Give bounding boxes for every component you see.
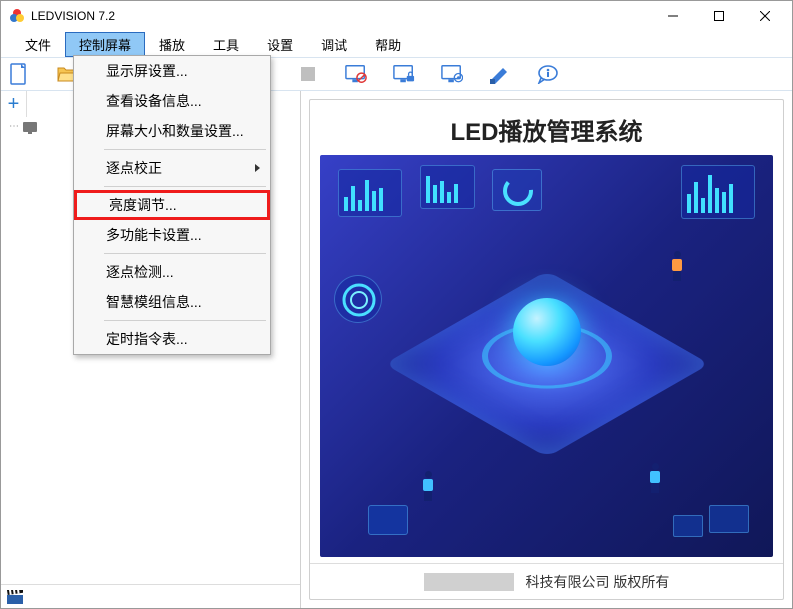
minimize-button[interactable]: [650, 1, 696, 31]
content-area: LED播放管理系统: [301, 91, 792, 608]
app-title: LEDVISION 7.2: [31, 9, 650, 23]
footer-text: 科技有限公司 版权所有: [526, 572, 670, 592]
dropdown-item[interactable]: 显示屏设置...: [74, 56, 270, 86]
titlebar: LEDVISION 7.2: [1, 1, 792, 31]
info-icon[interactable]: [537, 63, 559, 85]
menu-5[interactable]: 调试: [307, 32, 361, 57]
monitor-icon: [23, 122, 37, 132]
menu-3[interactable]: 工具: [199, 32, 253, 57]
app-logo-icon: [9, 8, 25, 24]
screen-off-icon[interactable]: [345, 63, 367, 85]
dropdown-item[interactable]: 多功能卡设置...: [74, 220, 270, 250]
dropdown-separator: [104, 149, 266, 150]
menubar: 文件控制屏幕播放工具设置调试帮助: [1, 31, 792, 57]
dropdown-item[interactable]: 逐点检测...: [74, 257, 270, 287]
clapperboard-icon[interactable]: [7, 590, 23, 604]
screen-lock-icon[interactable]: [393, 63, 415, 85]
sidebar-footer: [1, 584, 300, 608]
dropdown-item[interactable]: 屏幕大小和数量设置...: [74, 116, 270, 146]
panel-footer: 科技有限公司 版权所有: [310, 563, 783, 599]
close-button[interactable]: [742, 1, 788, 31]
dropdown-separator: [104, 320, 266, 321]
stop-icon[interactable]: [297, 63, 319, 85]
control-screen-dropdown: 显示屏设置...查看设备信息...屏幕大小和数量设置... 逐点校正亮度调节...…: [73, 55, 271, 355]
new-file-icon[interactable]: [9, 63, 31, 85]
menu-0[interactable]: 文件: [11, 32, 65, 57]
splash-illustration: [320, 155, 773, 557]
menu-2[interactable]: 播放: [145, 32, 199, 57]
add-tab-button[interactable]: +: [1, 91, 27, 117]
dropdown-item[interactable]: 逐点校正: [74, 153, 270, 183]
menu-4[interactable]: 设置: [253, 32, 307, 57]
app-window: LEDVISION 7.2 文件控制屏幕播放工具设置调试帮助 + ⋯: [0, 0, 793, 609]
maximize-button[interactable]: [696, 1, 742, 31]
dropdown-separator: [104, 253, 266, 254]
dropdown-item[interactable]: 智慧模组信息...: [74, 287, 270, 317]
dropdown-item[interactable]: 亮度调节...: [74, 190, 270, 220]
dropdown-item[interactable]: 定时指令表...: [74, 324, 270, 354]
menu-1[interactable]: 控制屏幕: [65, 32, 145, 57]
screen-settings-icon[interactable]: [441, 63, 463, 85]
panel-title: LED播放管理系统: [310, 100, 783, 155]
menu-6[interactable]: 帮助: [361, 32, 415, 57]
footer-redacted: [424, 573, 514, 591]
dropdown-separator: [104, 186, 266, 187]
dropdown-item[interactable]: 查看设备信息...: [74, 86, 270, 116]
welcome-panel: LED播放管理系统: [309, 99, 784, 600]
brush-icon[interactable]: [489, 63, 511, 85]
